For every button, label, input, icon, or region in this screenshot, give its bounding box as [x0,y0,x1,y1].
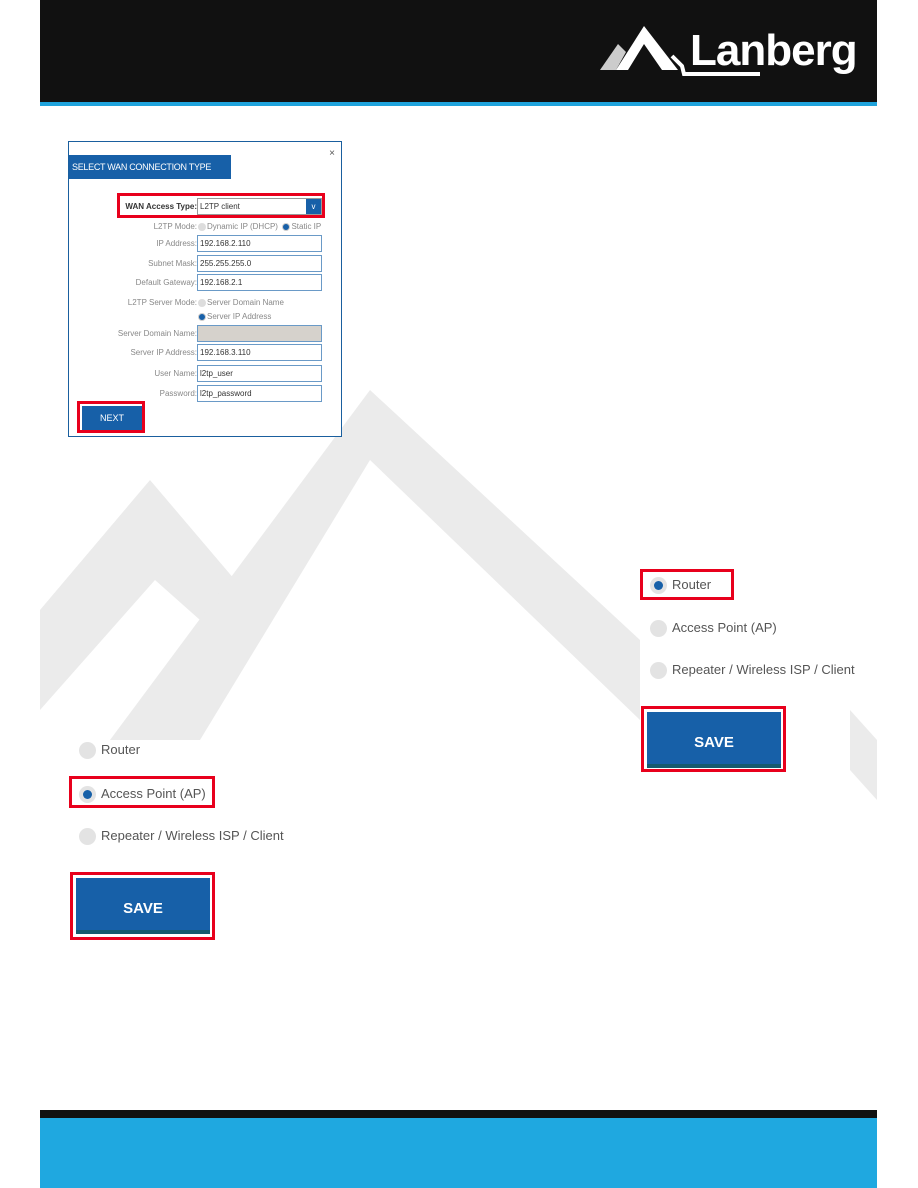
server-domain-row: Server Domain Name: [69,325,343,343]
footer-top-bar [40,1110,877,1118]
user-name-input[interactable]: l2tp_user [197,365,322,382]
server-ip-input[interactable]: 192.168.3.110 [197,344,322,361]
ip-address-row: IP Address: 192.168.2.110 [69,235,343,253]
radio-icon [650,620,667,638]
mode-option-ap[interactable]: Access Point (AP) [650,620,777,638]
radio-icon [650,662,667,680]
page-footer [40,1118,877,1188]
highlight-next [77,401,145,433]
highlight-ap [69,776,215,808]
highlight-router [640,569,734,600]
mode-option-repeater[interactable]: Repeater / Wireless ISP / Client [79,828,284,846]
radio-server-ip [198,312,206,321]
wan-connection-dialog: SELECT WAN CONNECTION TYPE × WAN Access … [68,141,342,437]
mode-option-repeater[interactable]: Repeater / Wireless ISP / Client [650,662,855,680]
radio-server-domain [198,298,206,307]
ip-address-input[interactable]: 192.168.2.110 [197,235,322,252]
server-mode-row: L2TP Server Mode: Server Domain Name Ser… [127,298,284,321]
highlight-wan-type [117,193,325,218]
radio-dhcp [198,222,206,231]
highlight-save-right [641,706,786,772]
radio-static-ip [282,222,291,231]
radio-icon [79,828,96,846]
password-input[interactable]: l2tp_password [197,385,322,402]
dialog-title: SELECT WAN CONNECTION TYPE [69,155,231,179]
default-gateway-row: Default Gateway: 192.168.2.1 [69,274,343,292]
radio-icon [79,742,96,760]
default-gateway-input[interactable]: 192.168.2.1 [197,274,322,291]
server-ip-row: Server IP Address: 192.168.3.110 [69,344,343,362]
highlight-save-left [70,872,215,940]
brand-name: Lanberg [690,26,858,75]
header-accent-line [40,102,877,106]
mode-option-router[interactable]: Router [79,742,140,760]
server-domain-input[interactable] [197,325,322,342]
user-name-row: User Name: l2tp_user [69,365,343,383]
subnet-mask-row: Subnet Mask: 255.255.255.0 [69,255,343,273]
l2tp-mode-row: L2TP Mode: Dynamic IP (DHCP) Static IP [153,222,322,231]
subnet-mask-input[interactable]: 255.255.255.0 [197,255,322,272]
close-icon[interactable]: × [329,148,335,159]
